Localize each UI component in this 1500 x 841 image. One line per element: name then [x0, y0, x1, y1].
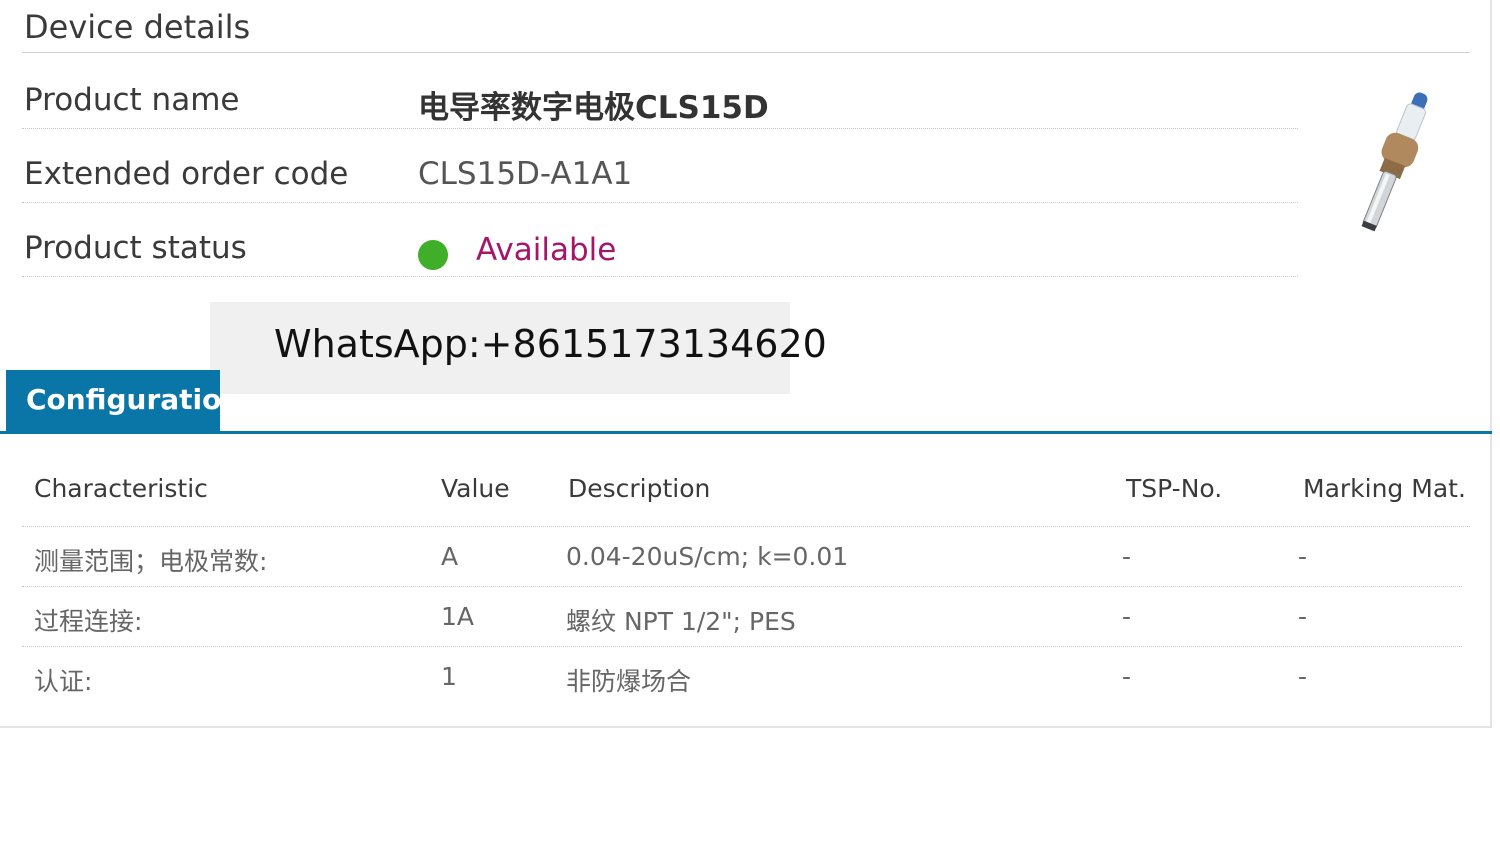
cell-marking-mat: - — [1298, 602, 1308, 631]
cell-value: 1 — [441, 662, 457, 691]
cell-value: 1A — [441, 602, 475, 631]
col-header-marking-mat: Marking Mat. — [1303, 474, 1466, 503]
table-header-divider — [22, 526, 1470, 527]
cell-tsp-no: - — [1122, 542, 1132, 571]
detail-label: Product status — [24, 230, 247, 266]
whatsapp-overlay: WhatsApp:+8615173134620 — [210, 302, 827, 394]
col-header-characteristic: Characteristic — [34, 474, 208, 503]
cell-value: A — [441, 542, 459, 571]
cell-characteristic: 认证: — [34, 667, 93, 696]
detail-row-product-name: Product name 电导率数字电极CLS15D — [22, 54, 1298, 129]
row-divider — [22, 646, 1462, 647]
status-text: Available — [476, 232, 617, 268]
device-details-panel: Device details Product name 电导率数字电极CLS15… — [0, 0, 1492, 728]
row-divider — [22, 586, 1462, 587]
tab-label: Configuration — [26, 383, 242, 416]
cell-description: 非防爆场合 — [566, 667, 692, 696]
status-dot-icon — [418, 240, 448, 270]
cell-marking-mat: - — [1298, 542, 1308, 571]
detail-label: Product name — [24, 82, 240, 118]
order-code-value: CLS15D-A1A1 — [418, 156, 633, 192]
cell-characteristic: 过程连接: — [34, 607, 143, 636]
detail-row-order-code: Extended order code CLS15D-A1A1 — [22, 128, 1298, 203]
cell-marking-mat: - — [1298, 662, 1308, 691]
whatsapp-text: WhatsApp:+8615173134620 — [274, 322, 827, 366]
detail-row-product-status: Product status Available — [22, 202, 1298, 277]
cell-description: 0.04-20uS/cm; k=0.01 — [566, 542, 849, 571]
cell-tsp-no: - — [1122, 602, 1132, 631]
col-header-value: Value — [441, 474, 510, 503]
cell-tsp-no: - — [1122, 662, 1132, 691]
product-name-value: 电导率数字电极CLS15D — [418, 90, 769, 126]
section-title: Device details — [24, 8, 251, 46]
cell-description: 螺纹 NPT 1/2"; PES — [566, 607, 796, 636]
col-header-tsp-no: TSP-No. — [1126, 474, 1223, 503]
tab-configuration[interactable]: Configuration — [6, 370, 241, 433]
product-image — [1361, 92, 1428, 232]
cell-characteristic: 测量范围；电极常数: — [34, 547, 268, 576]
title-divider — [22, 52, 1470, 53]
col-header-description: Description — [568, 474, 711, 503]
tab-underline — [0, 431, 1492, 434]
detail-label: Extended order code — [24, 156, 349, 192]
